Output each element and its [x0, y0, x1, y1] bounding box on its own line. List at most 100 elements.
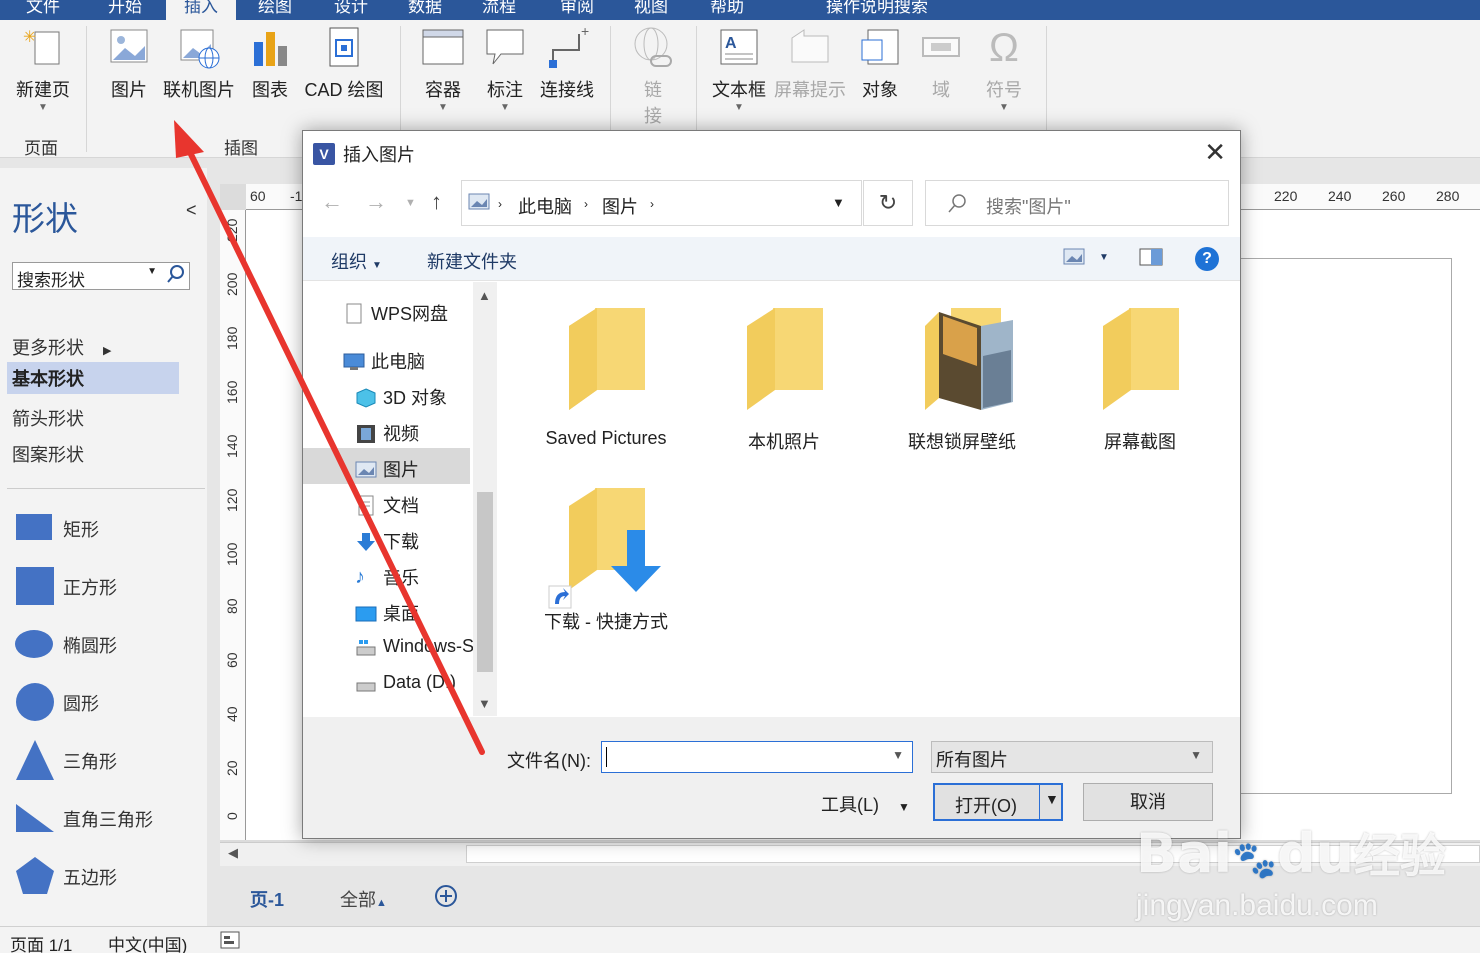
chart-button[interactable]: 图表: [248, 26, 292, 102]
chevron-down-icon[interactable]: ▼: [832, 195, 845, 210]
nav-item-documents[interactable]: 文档: [355, 492, 419, 518]
all-pages-button[interactable]: 全部▲: [340, 886, 387, 912]
recent-locations-chevron-icon[interactable]: ▼: [405, 197, 416, 209]
folder-local-photos[interactable]: 本机照片: [699, 306, 869, 454]
scroll-left-icon[interactable]: ◀: [228, 845, 238, 861]
field-label: 域: [932, 80, 950, 100]
connector-label: 连接线: [540, 80, 594, 100]
folder-screenshots[interactable]: 屏幕截图: [1055, 306, 1225, 454]
forward-arrow-icon[interactable]: →: [365, 189, 387, 215]
scrollbar-thumb[interactable]: [477, 492, 493, 672]
shape-right-triangle[interactable]: 直角三角形: [14, 796, 199, 840]
tools-menu[interactable]: 工具(L) ▼: [821, 791, 910, 817]
tab-view[interactable]: 视图: [634, 0, 668, 17]
chevron-down-icon[interactable]: ▼: [892, 748, 904, 762]
stencil-arrow-shapes[interactable]: 箭头形状: [12, 405, 84, 431]
tab-help[interactable]: 帮助: [710, 0, 744, 17]
shape-label: 矩形: [63, 520, 99, 540]
nav-item-windows-drive[interactable]: Windows-S: [355, 636, 473, 657]
online-picture-button[interactable]: 联机图片: [162, 26, 236, 102]
breadcrumb-pictures[interactable]: 图片: [602, 193, 638, 219]
tab-file[interactable]: 文件: [26, 0, 60, 17]
add-page-icon[interactable]: [434, 884, 458, 913]
nav-item-videos[interactable]: 视频: [355, 420, 419, 446]
stencil-pattern-shapes[interactable]: 图案形状: [12, 441, 84, 467]
stencil-basic-shapes[interactable]: 基本形状: [7, 362, 179, 394]
shape-circle[interactable]: 圆形: [14, 680, 199, 724]
dialog-title-bar: V 插入图片: [313, 141, 415, 167]
link-button[interactable]: 链 接: [628, 26, 678, 128]
preview-pane-icon[interactable]: [1139, 248, 1163, 271]
picture-icon: [107, 26, 151, 70]
cancel-button[interactable]: 取消: [1083, 783, 1213, 821]
paw-icon: 🐾: [1232, 840, 1277, 881]
new-page-button[interactable]: ✳ 新建页 ▼: [14, 26, 72, 113]
close-icon[interactable]: ✕: [1204, 137, 1226, 168]
up-arrow-icon[interactable]: ↑: [431, 189, 442, 215]
shape-pentagon[interactable]: 五边形: [14, 854, 199, 898]
folder-search-input[interactable]: 搜索"图片": [925, 180, 1229, 226]
back-arrow-icon[interactable]: ←: [321, 189, 343, 215]
collapse-panel-icon[interactable]: <: [186, 200, 197, 221]
shape-rectangle[interactable]: 矩形: [14, 506, 199, 550]
shape-label: 椭圆形: [63, 636, 117, 656]
refresh-icon[interactable]: ↻: [863, 180, 913, 226]
page-tab-1[interactable]: 页-1: [250, 886, 284, 912]
cad-drawing-button[interactable]: CAD 绘图: [302, 26, 386, 102]
nav-item-this-pc[interactable]: 此电脑: [343, 348, 425, 374]
tab-data[interactable]: 数据: [408, 0, 442, 17]
help-icon[interactable]: ?: [1195, 247, 1219, 271]
nav-item-data-drive[interactable]: Data (D:): [355, 672, 456, 693]
chevron-down-icon[interactable]: ▼: [147, 266, 157, 277]
folder-saved-pictures[interactable]: Saved Pictures: [521, 306, 691, 449]
chevron-down-icon[interactable]: ▼: [1045, 791, 1059, 807]
container-button[interactable]: 容器 ▼: [420, 26, 466, 113]
screentip-button[interactable]: 屏幕提示: [772, 26, 848, 102]
textbox-button[interactable]: A 文本框 ▼: [710, 26, 768, 113]
picture-button[interactable]: 图片: [104, 26, 154, 102]
shape-search-input[interactable]: 搜索形状 ▼: [12, 262, 190, 290]
nav-pane-scrollbar[interactable]: ▲ ▼: [473, 282, 497, 716]
callout-button[interactable]: 标注 ▼: [482, 26, 528, 113]
search-icon[interactable]: [165, 263, 187, 290]
new-folder-button[interactable]: 新建文件夹: [427, 248, 517, 274]
tab-process[interactable]: 流程: [482, 0, 516, 17]
tab-draw[interactable]: 绘图: [258, 0, 292, 17]
system-drive-icon: [355, 637, 377, 657]
address-bar[interactable]: › 此电脑 › 图片 › ▼: [461, 180, 862, 226]
shape-square[interactable]: 正方形: [14, 564, 199, 608]
view-options-icon[interactable]: [1063, 248, 1087, 271]
shape-ellipse[interactable]: 椭圆形: [14, 622, 199, 666]
symbol-button[interactable]: Ω 符号 ▼: [980, 26, 1028, 113]
tab-review[interactable]: 审阅: [560, 0, 594, 17]
shortcut-downloads[interactable]: 下载 - 快捷方式: [521, 486, 691, 634]
filename-input[interactable]: ▼: [601, 741, 913, 773]
field-button[interactable]: 域: [918, 26, 964, 102]
macro-record-icon[interactable]: [220, 931, 242, 953]
tab-design[interactable]: 设计: [334, 0, 368, 17]
object-button[interactable]: 对象: [856, 26, 904, 102]
chevron-down-icon[interactable]: ▼: [1099, 252, 1109, 263]
connector-button[interactable]: + 连接线: [538, 23, 596, 102]
breadcrumb-this-pc[interactable]: 此电脑: [518, 193, 572, 219]
folder-lenovo-wallpapers[interactable]: 联想锁屏壁纸: [877, 306, 1047, 454]
stencil-more-shapes[interactable]: 更多形状 ▶: [12, 334, 111, 360]
tell-me-search[interactable]: 操作说明搜索: [826, 0, 928, 17]
nav-item-downloads[interactable]: 下载: [355, 528, 419, 554]
new-page-label: 新建页: [16, 80, 70, 100]
organize-menu[interactable]: 组织 ▼: [331, 248, 382, 274]
status-bar: 页面 1/1 中文(中国): [0, 926, 1480, 953]
nav-item-desktop[interactable]: 桌面: [355, 600, 419, 626]
shape-triangle[interactable]: 三角形: [14, 738, 199, 782]
tab-home[interactable]: 开始: [108, 0, 142, 17]
nav-item-music[interactable]: ♪ 音乐: [355, 564, 419, 590]
chevron-up-icon[interactable]: ▲: [478, 288, 491, 303]
chevron-down-icon[interactable]: ▼: [478, 696, 491, 711]
nav-item-3d-objects[interactable]: 3D 对象: [355, 384, 447, 410]
nav-item-wps-drive[interactable]: WPS网盘: [343, 300, 448, 326]
nav-item-pictures[interactable]: 图片: [355, 456, 419, 482]
tab-insert[interactable]: 插入: [166, 0, 236, 20]
file-type-select[interactable]: 所有图片 ▼: [931, 741, 1213, 773]
drive-icon: [355, 673, 377, 693]
open-button[interactable]: 打开(O) ▼: [933, 783, 1063, 821]
